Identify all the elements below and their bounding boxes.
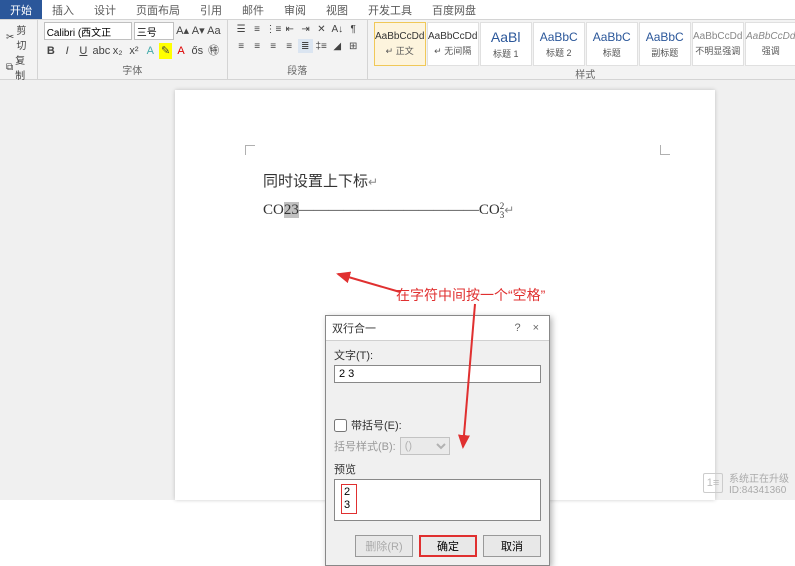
ribbon: ✂剪切 ⧉复制 🖌格式刷 贴板 A▴ A▾ Aa B I U abc x₂ x²…	[0, 20, 795, 80]
change-case-button[interactable]: Aa	[207, 23, 221, 39]
bracket-style-label: 括号样式(B):	[334, 438, 396, 454]
text-effects-button[interactable]: A	[143, 43, 157, 59]
italic-button[interactable]: I	[60, 43, 74, 59]
bullets-button[interactable]: ☰	[234, 22, 249, 36]
multilevel-button[interactable]: ⋮≡	[265, 22, 281, 36]
paragraph-mark-icon: ↵	[368, 175, 378, 189]
remove-button: 删除(R)	[355, 535, 413, 557]
bold-button[interactable]: B	[44, 43, 58, 59]
group-label-styles: 样式	[374, 66, 795, 81]
underline-button[interactable]: U	[76, 43, 90, 59]
font-color-button[interactable]: A	[174, 43, 188, 59]
watermark: 1≡ 系统正在升级 ID:84341360	[703, 470, 789, 496]
enclose-char-button[interactable]: ㊕	[206, 43, 220, 59]
group-label-font: 字体	[44, 62, 221, 77]
annotation-text: 在字符中间按一个“空格”	[396, 285, 545, 305]
cut-button[interactable]: ✂剪切	[6, 22, 31, 52]
tab-developer[interactable]: 开发工具	[358, 0, 422, 19]
distribute-button[interactable]: ≣	[298, 39, 313, 53]
copy-button[interactable]: ⧉复制	[6, 52, 31, 82]
line-spacing-button[interactable]: ‡≡	[314, 39, 329, 53]
borders-button[interactable]: ⊞	[346, 39, 361, 53]
cancel-button[interactable]: 取消	[483, 535, 541, 557]
preview-box: 2 3	[334, 479, 541, 521]
align-center-button[interactable]: ≡	[250, 39, 265, 53]
highlight-button[interactable]: ✎	[159, 43, 172, 59]
style-subtle-emphasis[interactable]: AaBbCcDd不明显强调	[692, 22, 744, 66]
two-lines-in-one-dialog: 双行合一 ? × 文字(T): 带括号(E): 括号样式(B): () 预览 2	[325, 315, 550, 566]
group-label-paragraph: 段落	[234, 62, 361, 77]
doc-title-line[interactable]: 同时设置上下标↵	[263, 170, 378, 191]
justify-button[interactable]: ≡	[282, 39, 297, 53]
subscript-button[interactable]: x₂	[111, 43, 125, 59]
preview-highlight: 2 3	[341, 484, 357, 514]
group-paragraph: ☰ ≡ ⋮≡ ⇤ ⇥ ✕ A↓ ¶ ≡ ≡ ≡ ≡ ≣ ‡≡ ◢ ⊞ 段落	[228, 20, 368, 79]
tab-home[interactable]: 开始	[0, 0, 42, 19]
dialog-titlebar[interactable]: 双行合一 ? ×	[326, 316, 549, 341]
strike-button[interactable]: abc	[93, 43, 109, 59]
ribbon-tabs: 开始 插入 设计 页面布局 引用 邮件 审阅 视图 开发工具 百度网盘	[0, 0, 795, 20]
preview-label: 预览	[334, 461, 541, 477]
style-heading2[interactable]: AaBbC标题 2	[533, 22, 585, 66]
tab-references[interactable]: 引用	[190, 0, 232, 19]
grow-font-button[interactable]: A▴	[176, 23, 190, 39]
close-button[interactable]: ×	[529, 322, 543, 334]
tab-insert[interactable]: 插入	[42, 0, 84, 19]
font-name-combo[interactable]	[44, 22, 132, 40]
text-direction-button[interactable]: ✕	[314, 22, 329, 36]
group-styles: AaBbCcDd↵ 正文 AaBbCcDd↵ 无间隔 AaBl标题 1 AaBb…	[368, 20, 795, 79]
document-area: 同时设置上下标↵ CO23————————————CO23↵ 双行合一 ? × …	[0, 80, 795, 500]
selected-text: 23	[284, 202, 299, 218]
bracket-checkbox[interactable]	[334, 419, 347, 432]
scissors-icon: ✂	[6, 32, 14, 43]
bracket-style-combo: ()	[400, 437, 450, 455]
tab-layout[interactable]: 页面布局	[126, 0, 190, 19]
text-field[interactable]	[334, 365, 541, 383]
shading-button[interactable]: ◢	[330, 39, 345, 53]
superscript-button[interactable]: x²	[127, 43, 141, 59]
tab-view[interactable]: 视图	[316, 0, 358, 19]
ok-button[interactable]: 确定	[419, 535, 477, 557]
font-size-combo[interactable]	[134, 22, 174, 40]
style-subtitle[interactable]: AaBbC副标题	[639, 22, 691, 66]
tab-baidu[interactable]: 百度网盘	[422, 0, 486, 19]
phonetic-button[interactable]: ős	[190, 43, 204, 59]
tab-design[interactable]: 设计	[84, 0, 126, 19]
style-normal[interactable]: AaBbCcDd↵ 正文	[374, 22, 426, 66]
tab-mailings[interactable]: 邮件	[232, 0, 274, 19]
shrink-font-button[interactable]: A▾	[191, 23, 205, 39]
increase-indent-button[interactable]: ⇥	[298, 22, 313, 36]
style-heading1[interactable]: AaBl标题 1	[480, 22, 532, 66]
tab-review[interactable]: 审阅	[274, 0, 316, 19]
margin-corner-tr	[660, 145, 670, 155]
margin-corner-tl	[245, 145, 255, 155]
dialog-title: 双行合一	[332, 320, 376, 336]
text-field-label: 文字(T):	[334, 347, 541, 363]
sort-button[interactable]: A↓	[330, 22, 345, 36]
copy-icon: ⧉	[6, 62, 13, 73]
align-left-button[interactable]: ≡	[234, 39, 249, 53]
decrease-indent-button[interactable]: ⇤	[282, 22, 297, 36]
group-clipboard: ✂剪切 ⧉复制 🖌格式刷 贴板	[0, 20, 38, 79]
style-no-spacing[interactable]: AaBbCcDd↵ 无间隔	[427, 22, 479, 66]
style-title[interactable]: AaBbC标题	[586, 22, 638, 66]
align-right-button[interactable]: ≡	[266, 39, 281, 53]
bracket-checkbox-label: 带括号(E):	[351, 417, 402, 433]
watermark-logo-icon: 1≡	[703, 473, 723, 493]
help-button[interactable]: ?	[514, 322, 520, 334]
doc-formula-line[interactable]: CO23————————————CO23↵	[263, 202, 514, 219]
style-emphasis[interactable]: AaBbCcDd强调	[745, 22, 795, 66]
paragraph-mark-icon: ↵	[504, 203, 514, 217]
show-marks-button[interactable]: ¶	[346, 22, 361, 36]
numbering-button[interactable]: ≡	[250, 22, 265, 36]
group-font: A▴ A▾ Aa B I U abc x₂ x² A ✎ A ős ㊕ 字体	[38, 20, 228, 79]
styles-gallery[interactable]: AaBbCcDd↵ 正文 AaBbCcDd↵ 无间隔 AaBl标题 1 AaBb…	[374, 22, 795, 66]
